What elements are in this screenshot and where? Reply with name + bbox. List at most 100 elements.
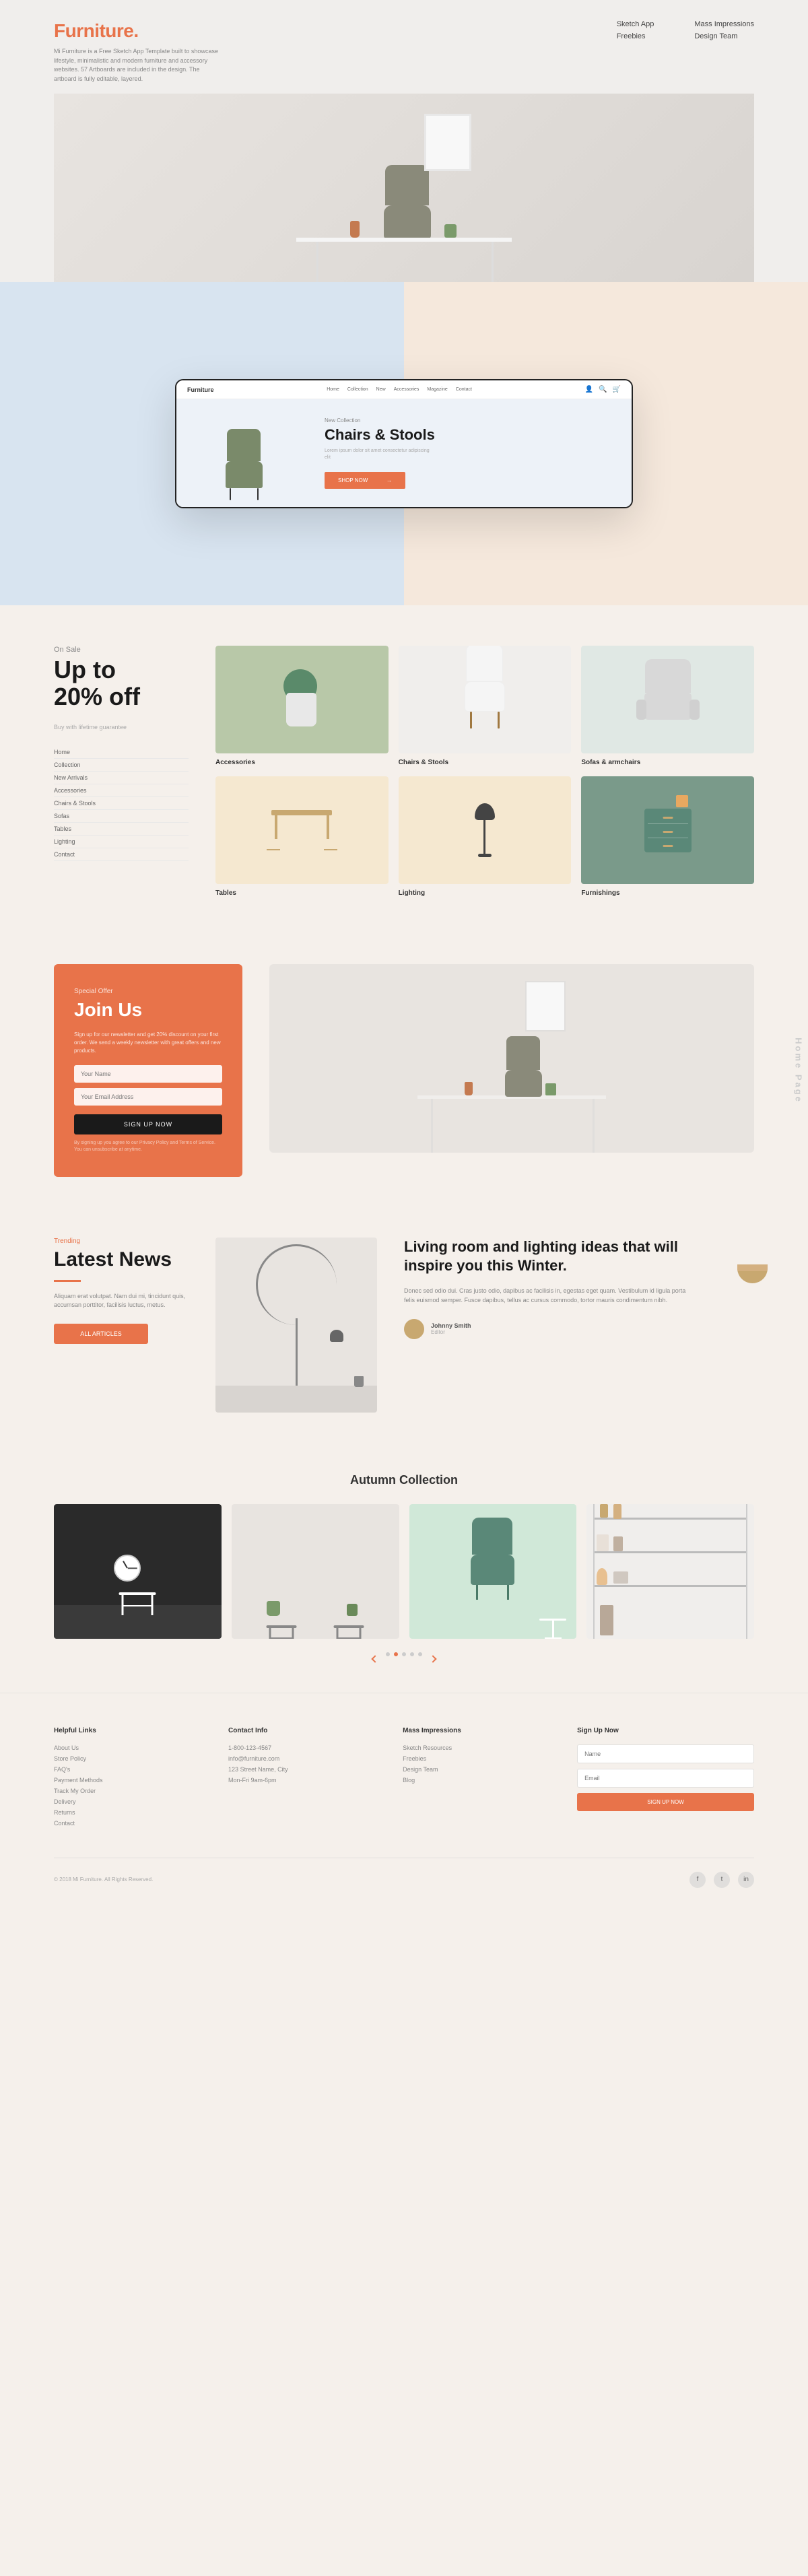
- news-lamp: [256, 1244, 337, 1386]
- twitter-icon[interactable]: t: [714, 1872, 730, 1888]
- footer-link-faq[interactable]: FAQ's: [54, 1766, 201, 1773]
- chair-seat: [384, 205, 431, 239]
- autumn-card-1[interactable]: [54, 1504, 222, 1639]
- categories-grid: Accessories Chairs & Stools: [215, 646, 754, 897]
- facebook-icon[interactable]: f: [689, 1872, 706, 1888]
- all-articles-button[interactable]: ALL ARTICLES: [54, 1324, 148, 1344]
- footer-link-policy[interactable]: Store Policy: [54, 1755, 201, 1762]
- join-signup-button[interactable]: SIGN UP NOW: [74, 1114, 222, 1134]
- footer-blog[interactable]: Blog: [403, 1777, 550, 1784]
- cat-card-chairs[interactable]: Chairs & Stools: [399, 646, 572, 766]
- cat-card-sofas[interactable]: Sofas & armchairs: [581, 646, 754, 766]
- nav-col-1: Sketch App Freebies: [617, 20, 654, 40]
- tables-label: Tables: [215, 889, 389, 897]
- dot-5[interactable]: [418, 1652, 422, 1656]
- footer-phone: 1-800-123-4567: [228, 1744, 376, 1751]
- footer-link-track[interactable]: Track My Order: [54, 1788, 201, 1794]
- news-article: Living room and lighting ideas that will…: [404, 1238, 687, 1339]
- footer-col3-title: Mass Impressions: [403, 1727, 550, 1734]
- autumn-card-4[interactable]: [586, 1504, 754, 1639]
- sale-title: Up to20% off: [54, 656, 189, 710]
- footer-link-returns[interactable]: Returns: [54, 1809, 201, 1816]
- footer-submit-button[interactable]: SIGN UP NOW: [577, 1793, 754, 1811]
- cat-card-furnishings[interactable]: Furnishings: [581, 776, 754, 897]
- plant-on-right-table: [347, 1604, 358, 1616]
- search-icon[interactable]: 🔍: [599, 386, 607, 393]
- footer-link-delivery[interactable]: Delivery: [54, 1798, 201, 1805]
- footer-link-about[interactable]: About Us: [54, 1744, 201, 1751]
- footer-email-input[interactable]: [577, 1769, 754, 1788]
- user-icon[interactable]: 👤: [585, 386, 593, 393]
- nav-mass-impressions[interactable]: Mass Impressions: [694, 20, 754, 28]
- sale-section: On Sale Up to20% off Buy with lifetime g…: [0, 605, 808, 937]
- cat-contact[interactable]: Contact: [54, 848, 189, 861]
- fluffy-chair: [644, 679, 692, 720]
- cat-tables[interactable]: Tables: [54, 823, 189, 836]
- footer-name-input[interactable]: [577, 1744, 754, 1763]
- footer-link-payment[interactable]: Payment Methods: [54, 1777, 201, 1784]
- cat-chairs-stools[interactable]: Chairs & Stools: [54, 797, 189, 810]
- footer-mass-impressions: Mass Impressions Sketch Resources Freebi…: [403, 1727, 550, 1831]
- cat-new-arrivals[interactable]: New Arrivals: [54, 772, 189, 784]
- table-object: [271, 810, 332, 850]
- shelf-item-4: [613, 1536, 623, 1551]
- author-info: Johnny Smith Editor: [404, 1319, 687, 1339]
- sale-desc: Buy with lifetime guarantee: [54, 723, 189, 733]
- desk-leg-right: [492, 242, 494, 282]
- mockup-logo-text: Furniture: [187, 386, 214, 393]
- cat-lighting[interactable]: Lighting: [54, 836, 189, 848]
- cat-collection[interactable]: Collection: [54, 759, 189, 772]
- news-image: [215, 1238, 377, 1413]
- nav-freebies[interactable]: Freebies: [617, 32, 654, 40]
- nav-sketch-app[interactable]: Sketch App: [617, 20, 654, 28]
- lighting-image: [399, 776, 572, 884]
- footer-link-contact[interactable]: Contact: [54, 1820, 201, 1827]
- footer-design-team[interactable]: Design Team: [403, 1766, 550, 1773]
- join-name-input[interactable]: [74, 1065, 222, 1083]
- cat-accessories[interactable]: Accessories: [54, 784, 189, 797]
- mockup-nav-accessories: Accessories: [394, 387, 419, 392]
- footer-col4-title: Sign Up Now: [577, 1727, 754, 1734]
- copyright: © 2018 Mi Furniture. All Rights Reserved…: [54, 1876, 153, 1883]
- footer-helpful-links: Helpful Links About Us Store Policy FAQ'…: [54, 1727, 201, 1831]
- next-button[interactable]: [426, 1652, 440, 1666]
- nav-design-team[interactable]: Design Team: [694, 32, 754, 40]
- cat-card-lighting[interactable]: Lighting: [399, 776, 572, 897]
- dot-4[interactable]: [410, 1652, 414, 1656]
- cat-sofas[interactable]: Sofas: [54, 810, 189, 823]
- footer-sketch[interactable]: Sketch Resources: [403, 1744, 550, 1751]
- dot-1[interactable]: [386, 1652, 390, 1656]
- footer-section: Helpful Links About Us Store Policy FAQ'…: [0, 1693, 808, 1908]
- autumn-card-3[interactable]: [409, 1504, 577, 1639]
- social-icons: f t in: [689, 1872, 754, 1888]
- cat-card-accessories[interactable]: Accessories: [215, 646, 389, 766]
- mockup-nav-new: New: [376, 387, 386, 392]
- join-wall-frame: [525, 981, 566, 1031]
- shop-now-button[interactable]: SHOP NOW →: [325, 472, 405, 489]
- dot-3[interactable]: [402, 1652, 406, 1656]
- join-email-input[interactable]: [74, 1088, 222, 1106]
- mockup-hero-desc: Lorem ipsum dolor sit amet consectetur a…: [325, 448, 432, 461]
- join-vase: [465, 1082, 473, 1095]
- linkedin-icon[interactable]: in: [738, 1872, 754, 1888]
- shelf-item-5: [597, 1568, 607, 1585]
- mockup-nav-contact: Contact: [456, 387, 472, 392]
- sofas-image: [581, 646, 754, 753]
- mockup-chair: [226, 452, 263, 500]
- mockup-nav-home: Home: [327, 387, 339, 392]
- join-desc: Sign up for our newsletter and get 20% d…: [74, 1031, 222, 1055]
- side-table-right: [333, 1625, 364, 1639]
- dot-2[interactable]: [394, 1652, 398, 1656]
- cat-card-tables[interactable]: Tables: [215, 776, 389, 897]
- footer-address: 123 Street Name, City: [228, 1766, 376, 1773]
- autumn-card-2[interactable]: [232, 1504, 399, 1639]
- cat-home[interactable]: Home: [54, 746, 189, 759]
- footer-freebies[interactable]: Freebies: [403, 1755, 550, 1762]
- header-top: Furniture. Mi Furniture is a Free Sketch…: [54, 20, 754, 83]
- cart-icon[interactable]: 🛒: [613, 386, 621, 393]
- autumn-section: Autumn Collection: [0, 1446, 808, 1693]
- autumn-image-2: [232, 1504, 399, 1639]
- join-desk-leg-right: [593, 1099, 595, 1153]
- news-left: Trending Latest News Aliquam erat volutp…: [54, 1238, 189, 1344]
- prev-button[interactable]: [368, 1652, 382, 1666]
